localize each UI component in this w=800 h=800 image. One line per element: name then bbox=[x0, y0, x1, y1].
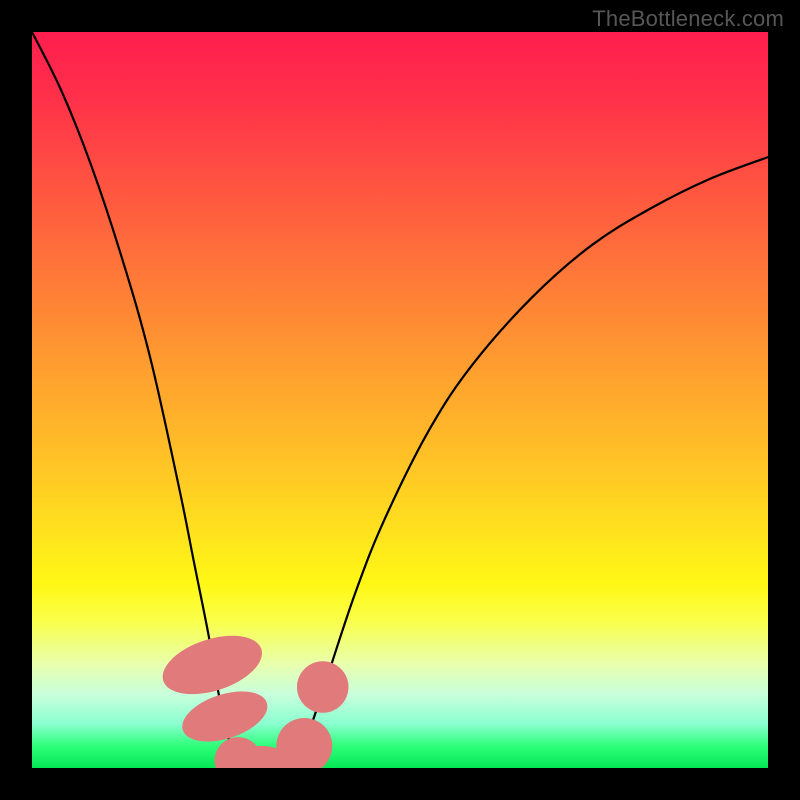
marker-dot bbox=[276, 718, 332, 768]
curve-group bbox=[32, 32, 768, 768]
curves-svg bbox=[32, 32, 768, 768]
marker-dot bbox=[297, 661, 349, 713]
watermark-text: TheBottleneck.com bbox=[592, 6, 784, 32]
plot-area bbox=[32, 32, 768, 768]
chart-frame: TheBottleneck.com bbox=[0, 0, 800, 800]
marker-group bbox=[155, 625, 348, 768]
